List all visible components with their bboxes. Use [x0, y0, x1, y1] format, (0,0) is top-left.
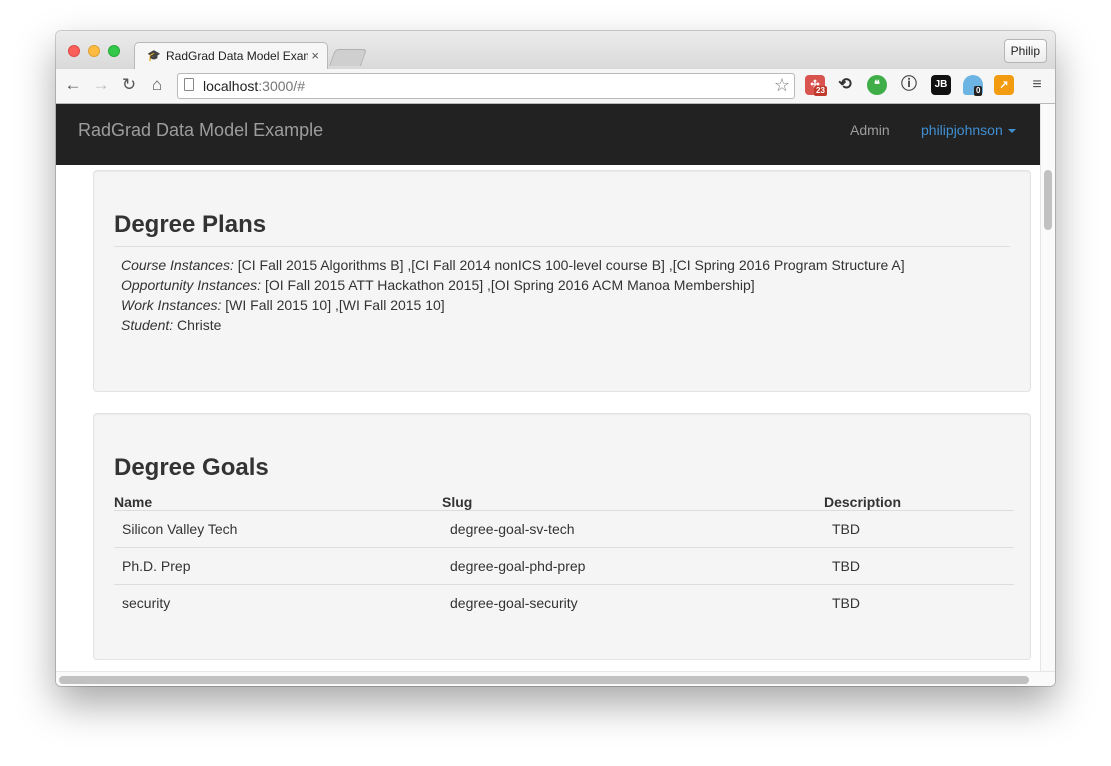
sync-icon[interactable]: ⟲ — [835, 75, 855, 95]
jetbrains-icon[interactable]: JB — [931, 75, 951, 95]
new-tab-button[interactable] — [328, 49, 368, 66]
menu-icon[interactable]: ≡ — [1027, 75, 1047, 95]
app-navbar: RadGrad Data Model Example Admin philipj… — [56, 104, 1040, 165]
browser-tab[interactable]: 🎓 RadGrad Data Model Exam × — [134, 42, 328, 70]
cell-slug: degree-goal-security — [442, 584, 824, 621]
extension-badge-2: 0 — [974, 86, 983, 96]
cell-description: TBD — [824, 584, 1014, 621]
table-row: security degree-goal-security TBD — [114, 584, 1014, 621]
column-header-description[interactable]: Description — [824, 490, 1014, 511]
minimize-window-button[interactable] — [88, 45, 100, 57]
opportunity-instances-row: Opportunity Instances: [OI Fall 2015 ATT… — [121, 277, 755, 293]
info-icon[interactable]: ⓘ — [899, 75, 919, 95]
cell-slug: degree-goal-phd-prep — [442, 547, 824, 585]
ghostery-icon[interactable]: 0 — [963, 75, 983, 96]
student-row: Student: Christe — [121, 317, 222, 333]
nav-admin-link[interactable]: Admin — [850, 122, 890, 138]
chart-extension-icon[interactable]: ↗ — [994, 75, 1014, 95]
table-row: Ph.D. Prep degree-goal-phd-prep TBD — [114, 547, 1014, 585]
close-tab-icon[interactable]: × — [311, 48, 319, 63]
column-header-name[interactable]: Name — [114, 490, 442, 511]
tab-title: RadGrad Data Model Exam — [166, 49, 308, 63]
horizontal-scrollbar[interactable] — [56, 671, 1055, 686]
home-icon[interactable]: ⌂ — [147, 75, 167, 95]
degree-goals-panel: Degree Goals Name Slug Description Silic… — [93, 413, 1031, 660]
zoom-window-button[interactable] — [108, 45, 120, 57]
back-icon[interactable]: ← — [63, 75, 83, 95]
forward-icon[interactable]: → — [91, 75, 111, 95]
course-instances-row: Course Instances: [CI Fall 2015 Algorith… — [121, 257, 905, 273]
cell-name: Ph.D. Prep — [114, 547, 442, 585]
reload-icon[interactable]: ↻ — [119, 75, 139, 95]
cell-name: security — [114, 584, 442, 621]
vertical-scroll-thumb[interactable] — [1044, 170, 1052, 230]
url-text[interactable]: localhost:3000/# — [203, 78, 305, 94]
cell-description: TBD — [824, 547, 1014, 585]
hangouts-icon[interactable]: ❝ — [867, 75, 887, 95]
title-bar: 🎓 RadGrad Data Model Exam × Philip — [56, 31, 1055, 70]
page-viewport: RadGrad Data Model Example Admin philipj… — [56, 104, 1040, 674]
cell-description: TBD — [824, 510, 1014, 548]
bookmark-star-icon[interactable]: ☆ — [774, 75, 790, 96]
browser-window: 🎓 RadGrad Data Model Exam × Philip ← → ↻… — [56, 31, 1055, 686]
extension-icon-1[interactable]: ✣ 23 — [805, 75, 827, 96]
navbar-brand[interactable]: RadGrad Data Model Example — [78, 120, 323, 141]
degree-plans-heading: Degree Plans — [114, 211, 267, 238]
vertical-scrollbar[interactable] — [1040, 104, 1055, 674]
degree-plan-details: Course Instances: [CI Fall 2015 Algorith… — [121, 255, 905, 335]
degree-goals-table: Name Slug Description Silicon Valley Tec… — [114, 490, 1014, 621]
degree-goals-heading: Degree Goals — [114, 454, 269, 481]
profile-button[interactable]: Philip — [1003, 39, 1047, 63]
cell-name: Silicon Valley Tech — [114, 510, 442, 548]
close-window-button[interactable] — [68, 45, 80, 57]
browser-toolbar: ← → ↻ ⌂ localhost:3000/# ☆ ✣ 23 ⟲ ❝ ⓘ JB… — [56, 69, 1055, 104]
user-dropdown[interactable]: philipjohnson — [921, 122, 1016, 138]
horizontal-scroll-thumb[interactable] — [59, 676, 1029, 684]
column-header-slug[interactable]: Slug — [442, 490, 824, 511]
extension-badge-1: 23 — [814, 86, 827, 96]
page-icon — [184, 78, 194, 91]
address-bar[interactable]: localhost:3000/# ☆ — [177, 73, 795, 99]
table-header-row: Name Slug Description — [114, 490, 1014, 511]
caret-down-icon — [1007, 129, 1016, 134]
divider — [114, 246, 1010, 247]
graduation-cap-icon: 🎓 — [147, 50, 161, 62]
degree-plans-panel: Degree Plans Course Instances: [CI Fall … — [93, 170, 1031, 392]
cell-slug: degree-goal-sv-tech — [442, 510, 824, 548]
work-instances-row: Work Instances: [WI Fall 2015 10] ,[WI F… — [121, 297, 445, 313]
table-row: Silicon Valley Tech degree-goal-sv-tech … — [114, 510, 1014, 548]
